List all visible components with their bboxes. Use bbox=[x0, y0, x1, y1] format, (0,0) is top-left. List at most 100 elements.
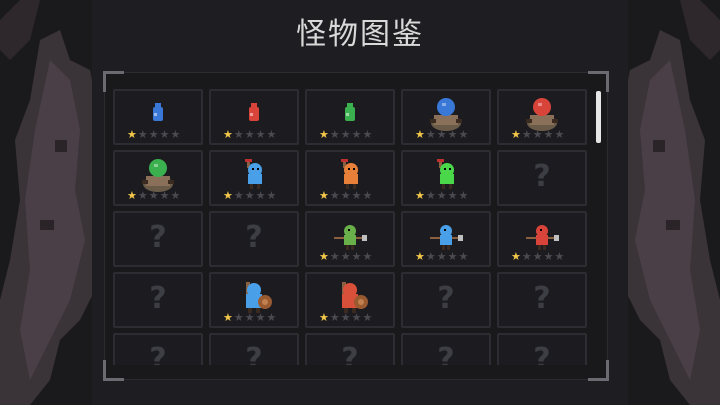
star-empty-icon: ★ bbox=[362, 189, 373, 202]
star-empty-icon: ★ bbox=[436, 189, 447, 202]
unknown-monster-icon: ? bbox=[149, 281, 167, 316]
star-empty-icon: ★ bbox=[255, 128, 266, 141]
star-empty-icon: ★ bbox=[340, 128, 351, 141]
star-empty-icon: ★ bbox=[351, 250, 362, 263]
star-filled-icon: ★ bbox=[319, 189, 329, 202]
star-empty-icon: ★ bbox=[554, 250, 565, 263]
star-empty-icon: ★ bbox=[170, 128, 181, 141]
star-filled-icon: ★ bbox=[415, 128, 425, 141]
star-empty-icon: ★ bbox=[244, 128, 255, 141]
star-empty-icon: ★ bbox=[521, 250, 532, 263]
monster-card-blue-shield-brute[interactable]: ★ ★ ★ ★ ★ bbox=[209, 272, 299, 328]
star-empty-icon: ★ bbox=[137, 128, 148, 141]
star-empty-icon: ★ bbox=[351, 311, 362, 324]
monster-card-unknown[interactable]: ? bbox=[113, 333, 203, 365]
star-rating: ★ ★ ★ ★ ★ bbox=[319, 190, 372, 202]
star-empty-icon: ★ bbox=[425, 250, 436, 263]
star-empty-icon: ★ bbox=[340, 189, 351, 202]
monster-card-red-potion-slime[interactable]: ★ ★ ★ ★ ★ bbox=[209, 89, 299, 145]
star-empty-icon: ★ bbox=[266, 189, 277, 202]
star-rating: ★ ★ ★ ★ ★ bbox=[127, 129, 180, 141]
monster-card-unknown[interactable]: ? bbox=[113, 272, 203, 328]
star-empty-icon: ★ bbox=[458, 189, 469, 202]
monster-grid: ★ ★ ★ ★ ★ ★ ★ ★ ★ ★ ★ ★ ★ ★ ★ ★ ★ ★ ★ ★ ★ ★ ★ ★ ★ ★ ★ ★ ★ ★ ★ ★ ★ ★ ★ ★ ★ ★ ★ ★… bbox=[113, 89, 591, 365]
monster-grid-viewport[interactable]: ★ ★ ★ ★ ★ ★ ★ ★ ★ ★ ★ ★ ★ ★ ★ ★ ★ ★ ★ ★ ★ ★ ★ ★ ★ ★ ★ ★ ★ ★ ★ ★ ★ ★ ★ ★ ★ ★ ★ ★… bbox=[113, 89, 591, 365]
star-filled-icon: ★ bbox=[223, 311, 233, 324]
star-rating: ★ ★ ★ ★ ★ bbox=[223, 129, 276, 141]
scrollbar-thumb[interactable] bbox=[596, 91, 601, 143]
monster-card-unknown[interactable]: ? bbox=[209, 333, 299, 365]
star-empty-icon: ★ bbox=[532, 250, 543, 263]
star-empty-icon: ★ bbox=[340, 311, 351, 324]
star-empty-icon: ★ bbox=[362, 250, 373, 263]
star-filled-icon: ★ bbox=[319, 311, 329, 324]
star-empty-icon: ★ bbox=[244, 189, 255, 202]
star-empty-icon: ★ bbox=[458, 128, 469, 141]
monster-card-green-potion-cauldron[interactable]: ★ ★ ★ ★ ★ bbox=[113, 150, 203, 206]
frame-corner bbox=[588, 71, 609, 92]
star-empty-icon: ★ bbox=[521, 128, 532, 141]
star-rating: ★ ★ ★ ★ ★ bbox=[127, 190, 180, 202]
star-empty-icon: ★ bbox=[159, 128, 170, 141]
star-empty-icon: ★ bbox=[170, 189, 181, 202]
star-rating: ★ ★ ★ ★ ★ bbox=[223, 312, 276, 324]
monster-card-orange-goblin[interactable]: ★ ★ ★ ★ ★ bbox=[305, 150, 395, 206]
star-empty-icon: ★ bbox=[233, 311, 244, 324]
star-empty-icon: ★ bbox=[233, 189, 244, 202]
unknown-monster-icon: ? bbox=[149, 342, 167, 365]
star-empty-icon: ★ bbox=[554, 128, 565, 141]
star-empty-icon: ★ bbox=[329, 250, 340, 263]
monster-card-unknown[interactable]: ? bbox=[497, 272, 587, 328]
unknown-monster-icon: ? bbox=[533, 281, 551, 316]
monster-card-blue-goblin[interactable]: ★ ★ ★ ★ ★ bbox=[209, 150, 299, 206]
star-empty-icon: ★ bbox=[255, 189, 266, 202]
monster-card-unknown[interactable]: ? bbox=[305, 333, 395, 365]
monster-card-red-shield-brute[interactable]: ★ ★ ★ ★ ★ bbox=[305, 272, 395, 328]
monster-card-unknown[interactable]: ? bbox=[497, 150, 587, 206]
unknown-monster-icon: ? bbox=[437, 342, 455, 365]
star-empty-icon: ★ bbox=[351, 189, 362, 202]
star-rating: ★ ★ ★ ★ ★ bbox=[223, 190, 276, 202]
star-empty-icon: ★ bbox=[543, 128, 554, 141]
star-empty-icon: ★ bbox=[329, 189, 340, 202]
monster-card-green-spear-goblin[interactable]: ★ ★ ★ ★ ★ bbox=[305, 211, 395, 267]
star-empty-icon: ★ bbox=[362, 311, 373, 324]
star-rating: ★ ★ ★ ★ ★ bbox=[415, 251, 468, 263]
star-filled-icon: ★ bbox=[223, 189, 233, 202]
bestiary-panel: 怪物图鉴 ★ ★ ★ ★ ★ ★ ★ ★ ★ ★ ★ ★ ★ ★ ★ ★ ★ ★ ★ ★ ★ ★ ★ ★ ★ ★ ★ ★ ★ ★ ★ ★ ★ ★ ★… bbox=[92, 0, 628, 405]
monster-card-green-goblin[interactable]: ★ ★ ★ ★ ★ bbox=[401, 150, 491, 206]
bestiary-frame: ★ ★ ★ ★ ★ ★ ★ ★ ★ ★ ★ ★ ★ ★ ★ ★ ★ ★ ★ ★ ★ ★ ★ ★ ★ ★ ★ ★ ★ ★ ★ ★ ★ ★ ★ ★ ★ ★ ★ ★… bbox=[103, 71, 609, 381]
star-empty-icon: ★ bbox=[425, 128, 436, 141]
star-filled-icon: ★ bbox=[127, 189, 137, 202]
monster-card-red-potion-cauldron[interactable]: ★ ★ ★ ★ ★ bbox=[497, 89, 587, 145]
monster-card-unknown[interactable]: ? bbox=[401, 333, 491, 365]
monster-card-blue-potion-slime[interactable]: ★ ★ ★ ★ ★ bbox=[113, 89, 203, 145]
star-empty-icon: ★ bbox=[436, 250, 447, 263]
monster-card-unknown[interactable]: ? bbox=[209, 211, 299, 267]
star-empty-icon: ★ bbox=[351, 128, 362, 141]
monster-card-unknown[interactable]: ? bbox=[401, 272, 491, 328]
star-rating: ★ ★ ★ ★ ★ bbox=[319, 129, 372, 141]
star-rating: ★ ★ ★ ★ ★ bbox=[415, 129, 468, 141]
star-empty-icon: ★ bbox=[447, 128, 458, 141]
star-empty-icon: ★ bbox=[532, 128, 543, 141]
monster-card-blue-potion-cauldron[interactable]: ★ ★ ★ ★ ★ bbox=[401, 89, 491, 145]
star-filled-icon: ★ bbox=[319, 250, 329, 263]
monster-card-green-potion-slime[interactable]: ★ ★ ★ ★ ★ bbox=[305, 89, 395, 145]
star-empty-icon: ★ bbox=[362, 128, 373, 141]
unknown-monster-icon: ? bbox=[245, 342, 263, 365]
monster-card-red-spear-goblin[interactable]: ★ ★ ★ ★ ★ bbox=[497, 211, 587, 267]
star-empty-icon: ★ bbox=[436, 128, 447, 141]
star-empty-icon: ★ bbox=[425, 189, 436, 202]
star-empty-icon: ★ bbox=[458, 250, 469, 263]
star-empty-icon: ★ bbox=[340, 250, 351, 263]
unknown-monster-icon: ? bbox=[533, 342, 551, 365]
star-empty-icon: ★ bbox=[543, 250, 554, 263]
star-empty-icon: ★ bbox=[137, 189, 148, 202]
monster-card-blue-spear-goblin[interactable]: ★ ★ ★ ★ ★ bbox=[401, 211, 491, 267]
star-filled-icon: ★ bbox=[127, 128, 137, 141]
monster-card-unknown[interactable]: ? bbox=[113, 211, 203, 267]
star-empty-icon: ★ bbox=[255, 311, 266, 324]
monster-card-unknown[interactable]: ? bbox=[497, 333, 587, 365]
star-empty-icon: ★ bbox=[244, 311, 255, 324]
